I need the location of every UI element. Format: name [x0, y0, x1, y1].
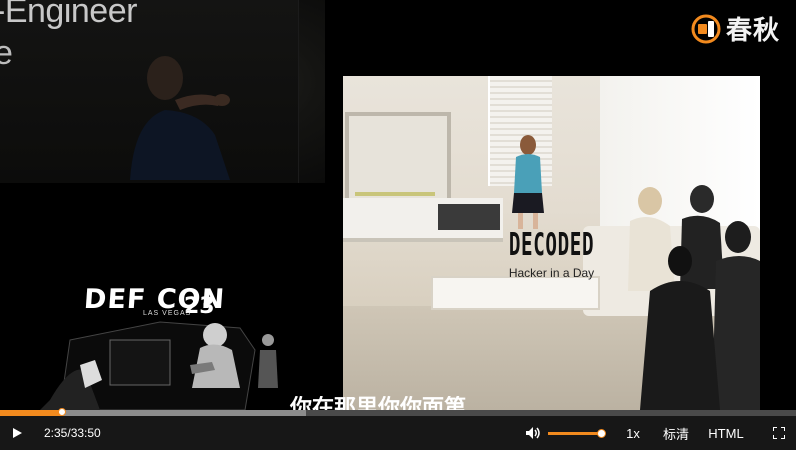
- speaker-slide-line2: e: [0, 34, 13, 72]
- slide-subtitle: Hacker in a Day: [508, 266, 595, 280]
- playback-speed-button[interactable]: 1x: [620, 416, 646, 450]
- video-frame[interactable]: -Engineer e DECODED Hacker in a Day DEF …: [0, 0, 796, 410]
- volume-slider[interactable]: [548, 429, 607, 438]
- play-icon: [13, 428, 22, 438]
- defcon-logo-location: LAS VEGAS: [143, 310, 192, 317]
- slide-photo-presenter: [512, 135, 544, 229]
- slide-photo-audience: [628, 185, 760, 410]
- volume-handle[interactable]: [597, 429, 607, 438]
- time-display: 2:35/33:50: [44, 426, 101, 440]
- subtitle-caption-text: 你在那里你你面第: [290, 396, 467, 410]
- volume-level: [548, 432, 602, 435]
- speaker-slide-line1: -Engineer: [0, 0, 137, 30]
- play-button[interactable]: [6, 416, 28, 450]
- tv-bar: [355, 192, 435, 196]
- fullscreen-icon: [773, 427, 785, 439]
- watermark-text: 春秋: [725, 16, 780, 46]
- slide-photo-tv: [345, 112, 451, 204]
- slide-photo-table: [431, 276, 600, 310]
- fullscreen-button[interactable]: [768, 416, 790, 450]
- control-bar: 2:35/33:50 1x 标清 HTML: [0, 416, 796, 450]
- defcon-logo: DEF CON 23 LAS VEGAS: [40, 270, 300, 410]
- subtitle-caption: 你在那里你你面第: [0, 396, 796, 410]
- chunqiu-logo-icon: [691, 14, 721, 43]
- player-format-button[interactable]: HTML: [704, 416, 748, 450]
- speaker-slide-text: -Engineer e: [0, 0, 137, 74]
- brand-watermark: 春秋: [690, 10, 780, 47]
- video-player: -Engineer e DECODED Hacker in a Day DEF …: [0, 0, 796, 450]
- speaker-figure: [130, 56, 230, 180]
- volume-button[interactable]: [522, 416, 544, 450]
- volume-icon: [526, 427, 540, 439]
- presentation-slide: DECODED Hacker in a Day: [343, 76, 760, 410]
- slide-title: DECODED: [508, 227, 595, 263]
- quality-button[interactable]: 标清: [658, 416, 694, 450]
- speaker-camera-inset: -Engineer e: [0, 0, 325, 183]
